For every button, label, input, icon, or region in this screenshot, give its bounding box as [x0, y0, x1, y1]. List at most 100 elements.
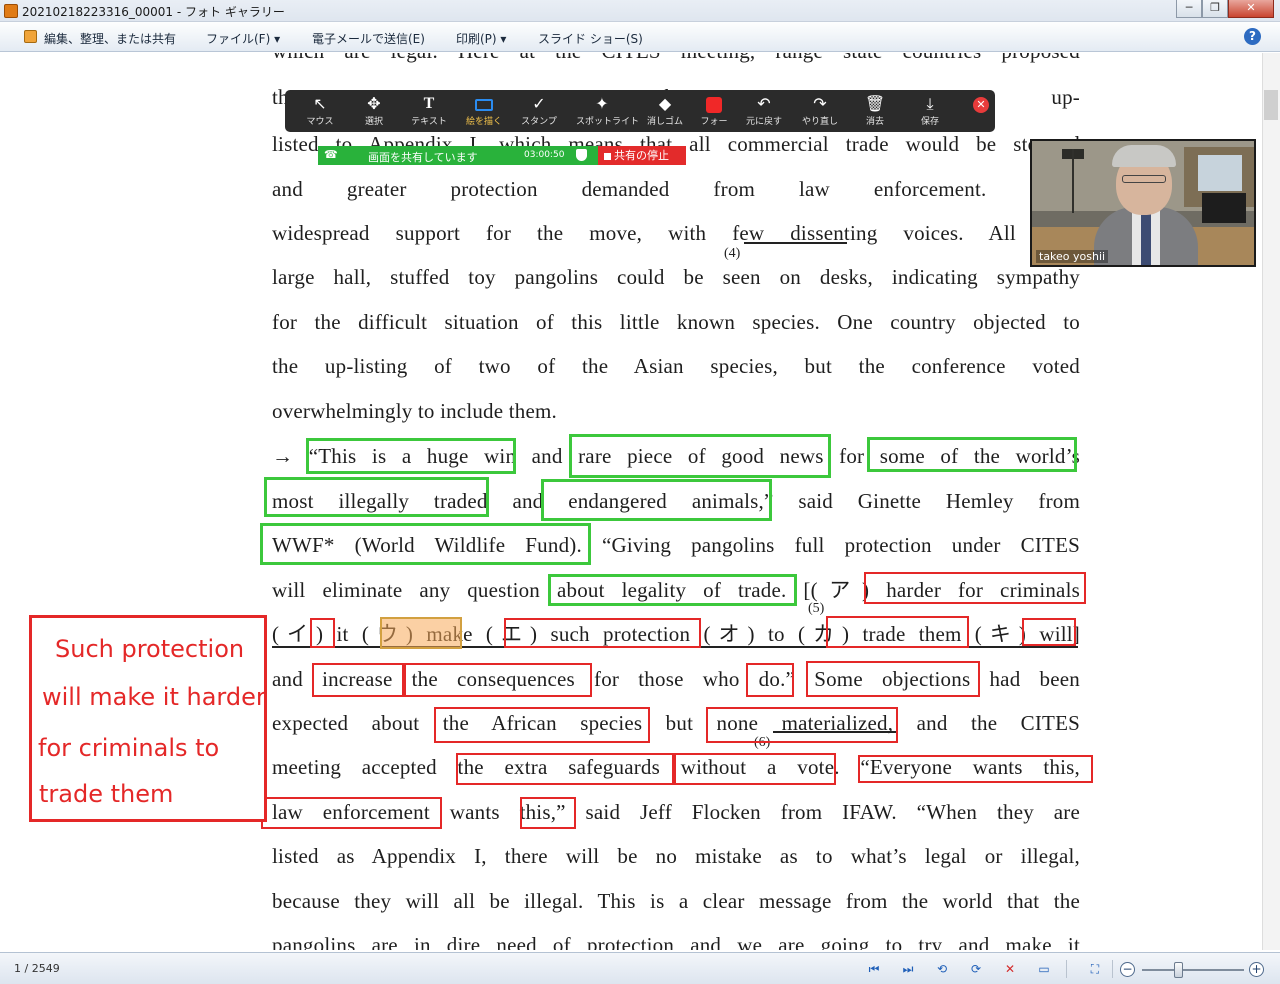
green-annotation-box	[260, 523, 591, 565]
cursor-icon: ↖	[313, 94, 327, 113]
green-annotation-box	[569, 434, 831, 478]
redo-icon: ↷	[813, 94, 827, 113]
video-person-glasses	[1122, 175, 1166, 183]
title-bar: 20210218223316_00001 - フォト ギャラリー ─ ❐ ✕	[0, 0, 1280, 22]
tool-label: スポットライト	[576, 117, 640, 127]
delete-icon[interactable]: ✕	[1001, 961, 1019, 977]
doc-line: pangolins are in dire need of protection…	[272, 933, 1080, 950]
spotlight-icon: ✦	[595, 94, 609, 113]
rotate-left-icon[interactable]: ⟲	[933, 961, 951, 977]
window-title: 20210218223316_00001 - フォト ギャラリー	[22, 5, 285, 19]
red-annotation-box	[310, 618, 335, 648]
separator	[1066, 960, 1067, 978]
red-annotation-box	[746, 663, 794, 697]
fit-window-icon[interactable]: ⛶	[1086, 961, 1104, 977]
save-icon: ⤓	[926, 94, 934, 113]
zoom-slider[interactable]	[1142, 969, 1244, 971]
participant-name: takeo yoshii	[1036, 250, 1109, 263]
menu-bar: 編集、整理、または共有 ファイル(F) ▾ 電子メールで送信(E) 印刷(P) …	[0, 22, 1280, 52]
shield-icon	[576, 149, 587, 161]
video-laptop	[1202, 193, 1246, 223]
doc-line: for the difficult situation of this litt…	[272, 310, 1080, 334]
red-annotation-box	[806, 661, 980, 697]
tool-mouse[interactable]: ↖ マウス	[294, 94, 346, 127]
stop-share-button[interactable]: 共有の停止	[598, 146, 686, 165]
close-toolbar-icon[interactable]: ✕	[973, 97, 989, 113]
menu-slideshow[interactable]: スライド ショー(S)	[538, 30, 643, 47]
tool-label: 絵を描く	[465, 117, 502, 127]
tool-redo[interactable]: ↷ やり直し	[794, 94, 846, 127]
green-annotation-box	[548, 574, 797, 606]
note-line: Such protection	[55, 635, 245, 663]
tool-label: 保存	[920, 117, 939, 127]
footnote-number: (5)	[808, 601, 825, 616]
zoom-in-icon[interactable]: +	[1249, 962, 1264, 977]
note-line: for criminals to	[38, 734, 220, 762]
tool-text[interactable]: T テキスト	[403, 94, 455, 127]
tool-undo[interactable]: ↶ 元に戻す	[738, 94, 790, 127]
next-icon[interactable]: ⏭	[899, 961, 917, 977]
annotation-note: Such protection will make it harder for …	[29, 615, 267, 822]
annotation-toolbar: ↖ マウス ✥ 選択 T テキスト 絵を描く ✓ スタンプ ✦ スポットライト …	[285, 90, 995, 132]
doc-line: listed as Appendix I, there will be no m…	[272, 844, 1080, 868]
red-annotation-box	[520, 797, 576, 829]
doc-line: large hall, stuffed toy pangolins could …	[272, 265, 1080, 289]
note-line: trade them	[39, 780, 174, 808]
tool-label: テキスト	[411, 117, 447, 127]
red-annotation-box	[456, 753, 674, 785]
red-annotation-box	[312, 663, 404, 697]
tool-clear[interactable]: 🗑 消去	[849, 94, 901, 127]
red-annotation-box	[864, 572, 1086, 604]
trash-icon: 🗑	[864, 94, 886, 113]
doc-line: expected about the African species but n…	[272, 711, 1080, 735]
tool-label: マウス	[306, 117, 334, 127]
tool-label: 消しゴム	[646, 117, 683, 127]
tool-label: フォー	[700, 117, 728, 127]
video-person-tie	[1141, 211, 1151, 265]
tool-draw[interactable]: 絵を描く	[458, 94, 510, 127]
scrollbar-thumb[interactable]	[1264, 90, 1278, 120]
minimize-button[interactable]: ─	[1176, 0, 1202, 18]
tool-format[interactable]: フォー	[688, 94, 740, 127]
doc-line: and greater protection demanded from law…	[272, 177, 1080, 201]
red-annotation-box	[261, 797, 442, 829]
participant-video[interactable]: takeo yoshii	[1030, 139, 1256, 267]
tool-save[interactable]: ⤓ 保存	[904, 94, 956, 127]
rectangle-icon	[458, 94, 510, 114]
close-button[interactable]: ✕	[1228, 0, 1274, 18]
tool-stamp[interactable]: ✓ スタンプ	[513, 94, 565, 127]
menu-edit-organize-share[interactable]: 編集、整理、または共有	[44, 30, 176, 47]
video-window	[1198, 155, 1242, 191]
tool-label: 消去	[865, 117, 884, 127]
tool-eraser[interactable]: ◆ 消しゴム	[639, 94, 691, 127]
page-count: 1 / 2549	[14, 962, 60, 975]
undo-icon: ↶	[757, 94, 771, 113]
menu-file[interactable]: ファイル(F) ▾	[206, 30, 280, 47]
menu-email[interactable]: 電子メールで送信(E)	[312, 30, 425, 47]
zoom-slider-thumb[interactable]	[1174, 962, 1183, 978]
red-annotation-box	[858, 755, 1093, 783]
status-bar: 1 / 2549 ⏮ ⏭ ⟲ ⟳ ✕ ▭ ⛶ − +	[0, 952, 1280, 984]
help-icon[interactable]: ?	[1244, 28, 1261, 45]
rotate-right-icon[interactable]: ⟳	[967, 961, 985, 977]
red-annotation-box	[434, 707, 650, 743]
previous-icon[interactable]: ⏮	[865, 961, 883, 977]
tool-select[interactable]: ✥ 選択	[348, 94, 400, 127]
zoom-out-icon[interactable]: −	[1120, 962, 1135, 977]
restore-button[interactable]: ❐	[1202, 0, 1228, 18]
screen-share-bar: ☎ 画面を共有しています 03:00:50 共有の停止	[318, 146, 686, 165]
green-annotation-box	[867, 437, 1077, 472]
text-icon: T	[423, 95, 435, 112]
edit-share-icon	[24, 30, 37, 43]
tool-spotlight[interactable]: ✦ スポットライト	[576, 94, 640, 127]
green-annotation-box	[264, 477, 489, 517]
color-swatch-icon	[688, 94, 740, 114]
slideshow-icon[interactable]: ▭	[1035, 961, 1053, 977]
vertical-scrollbar[interactable]	[1262, 53, 1280, 950]
share-timer: 03:00:50	[524, 150, 565, 160]
phone-icon: ☎	[324, 148, 338, 161]
tool-label: 選択	[364, 117, 383, 127]
menu-print[interactable]: 印刷(P) ▾	[456, 30, 506, 47]
doc-line: overwhelmingly to include them.	[272, 399, 557, 423]
app-icon	[4, 4, 18, 18]
